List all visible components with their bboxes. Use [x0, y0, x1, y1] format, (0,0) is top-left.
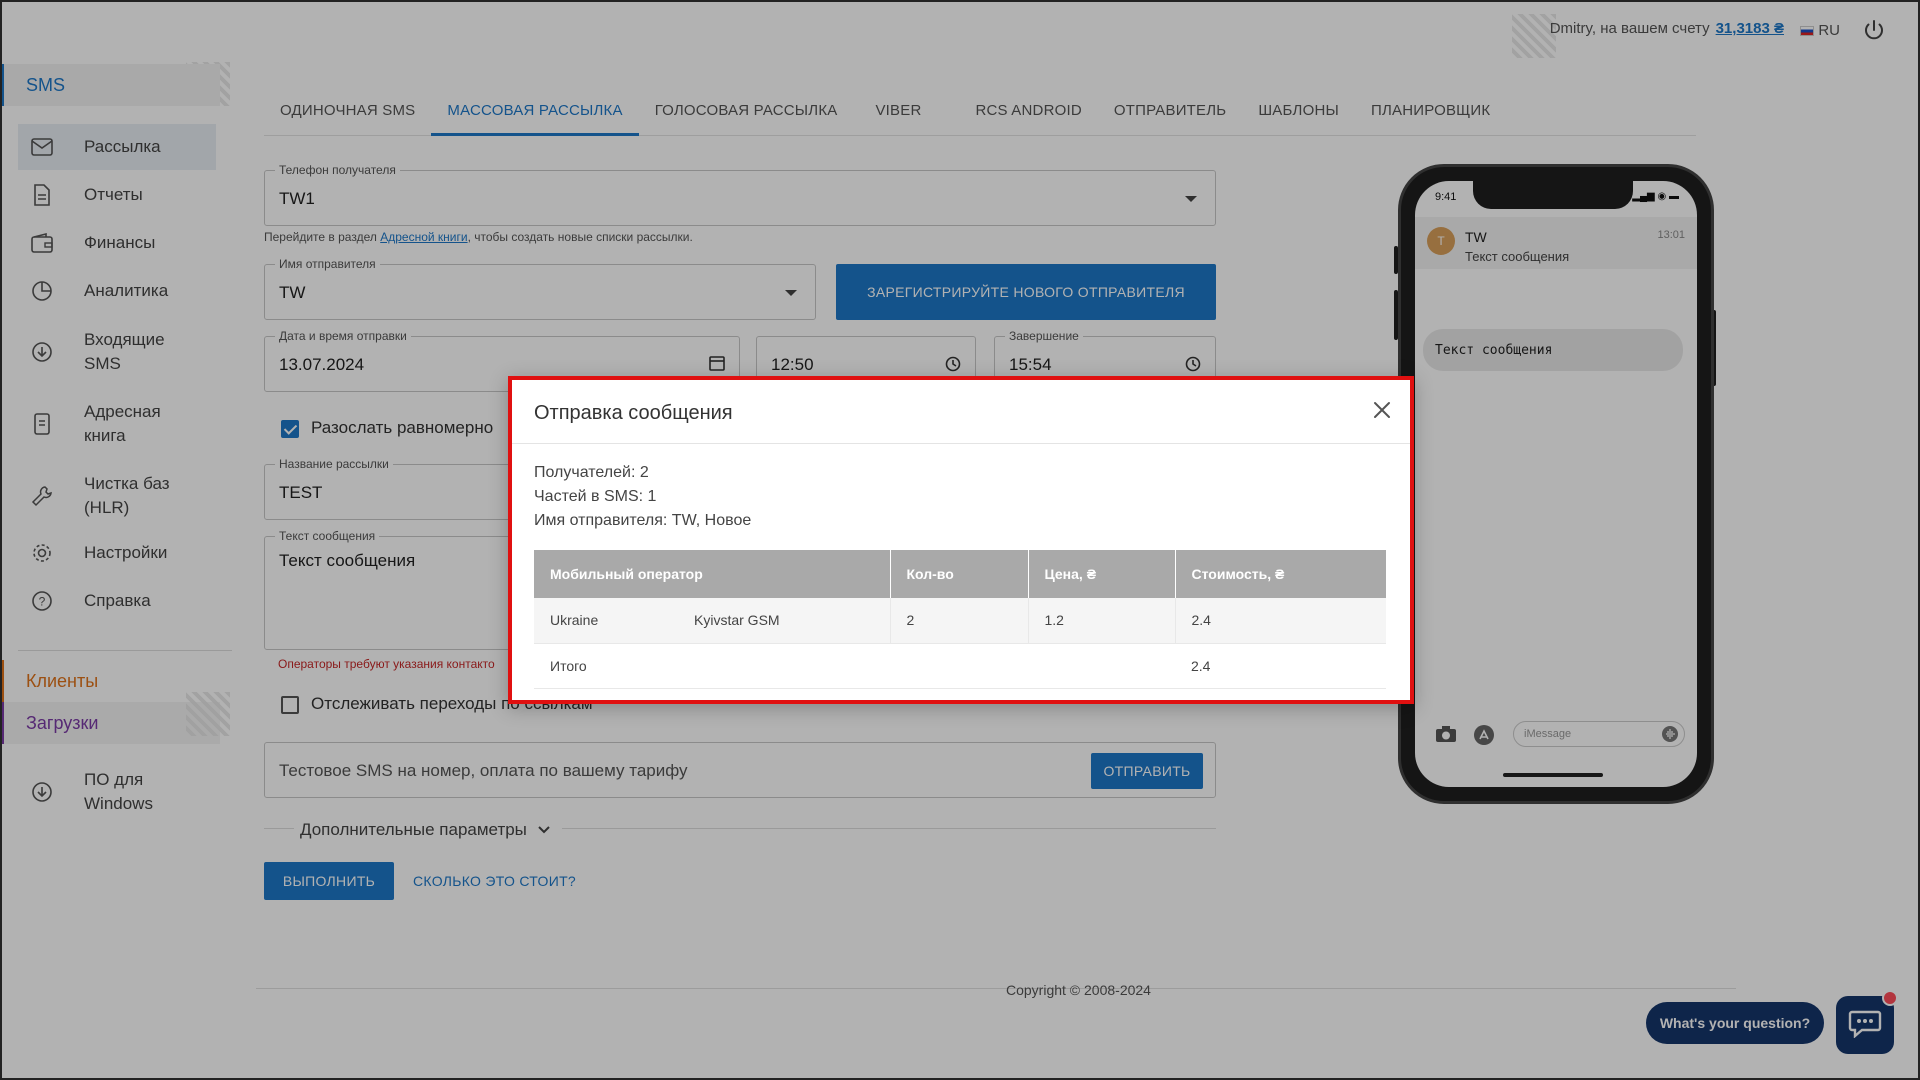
country-name: Ukraine: [550, 612, 599, 629]
table-row: Ukraine Kyivstar GSM 2 1.2 2.4: [534, 598, 1386, 644]
sender-name-info: Имя отправителя: TW, Новое: [534, 512, 752, 529]
table-header-row: Мобильный оператор Кол-во Цена, ₴ Стоимо…: [534, 550, 1386, 598]
send-message-dialog: Отправка сообщения Получателей: 2 Частей…: [508, 376, 1414, 704]
column-header-price: Цена, ₴: [1028, 550, 1176, 598]
column-header-operator: Мобильный оператор: [534, 550, 891, 598]
empty-cell: [1028, 643, 1175, 689]
cost-table: Мобильный оператор Кол-во Цена, ₴ Стоимо…: [534, 550, 1386, 689]
total-label-cell: Итого: [534, 643, 890, 689]
empty-cell: [890, 643, 1028, 689]
price-cell: 1.2: [1028, 598, 1176, 644]
column-header-qty: Кол-во: [890, 550, 1029, 598]
operator-name: Kyivstar GSM: [694, 612, 780, 629]
close-icon[interactable]: [1368, 396, 1396, 424]
sms-parts-count: Частей в SMS: 1: [534, 488, 657, 505]
cost-cell: 2.4: [1175, 598, 1386, 644]
total-cost-cell: 2.4: [1175, 643, 1386, 689]
recipients-count: Получателей: 2: [534, 464, 649, 481]
qty-cell: 2: [890, 598, 1029, 644]
table-total-row: Итого 2.4: [534, 643, 1386, 689]
dialog-header: Отправка сообщения: [512, 380, 1410, 444]
column-header-cost: Стоимость, ₴: [1175, 550, 1386, 598]
operator-cell: Ukraine Kyivstar GSM: [534, 598, 891, 644]
dialog-title: Отправка сообщения: [534, 402, 733, 424]
